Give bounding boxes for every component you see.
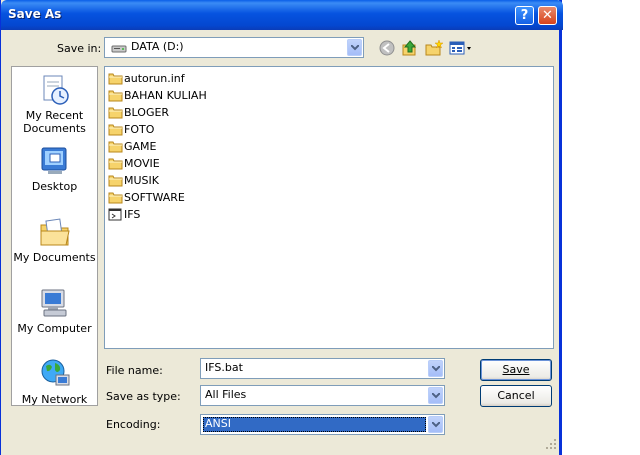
file-name-field[interactable]: IFS.bat	[200, 358, 445, 379]
file-name-label: File name:	[106, 364, 163, 377]
cancel-button-label: Cancel	[497, 389, 535, 402]
file-name-dropdown-arrow[interactable]	[428, 360, 443, 377]
place-label: My Network	[21, 393, 88, 406]
file-name: autorun.inf	[124, 72, 185, 85]
help-icon: ?	[520, 8, 529, 23]
up-folder-icon	[402, 40, 417, 56]
chevron-down-icon	[432, 366, 440, 372]
encoding-dropdown[interactable]: ANSI	[200, 414, 445, 435]
back-icon	[379, 40, 395, 56]
chevron-down-icon	[432, 393, 440, 399]
file-name: MOVIE	[124, 157, 160, 170]
save-in-value: DATA (D:)	[131, 40, 184, 53]
file-name: MUSIK	[124, 174, 159, 187]
file-name: BLOGER	[124, 106, 170, 119]
resize-grip-icon[interactable]	[544, 437, 558, 451]
save-button-label: Save	[502, 363, 530, 376]
save-in-dropdown[interactable]: DATA (D:)	[104, 37, 364, 58]
file-name: BAHAN KULIAH	[124, 89, 207, 102]
folder-icon	[108, 89, 123, 105]
desktop-icon	[41, 147, 66, 174]
folder-icon	[108, 123, 123, 139]
up-one-level-button[interactable]	[401, 39, 419, 57]
save-in-label: Save in:	[57, 42, 102, 55]
folder-icon	[108, 106, 123, 122]
back-button[interactable]	[378, 39, 396, 57]
file-name: IFS	[124, 208, 141, 221]
save-as-type-dropdown-arrow[interactable]	[428, 387, 443, 404]
save-button[interactable]: Save	[480, 359, 552, 381]
place-label: Desktop	[31, 180, 78, 193]
encoding-selection-highlight	[203, 417, 426, 432]
views-menu-button[interactable]	[449, 39, 473, 57]
chevron-down-icon	[351, 45, 359, 51]
views-menu-icon	[449, 41, 471, 55]
my-network-icon	[41, 359, 69, 386]
place-my-documents[interactable]: My Documents	[12, 215, 97, 264]
file-name: GAME	[124, 140, 157, 153]
close-icon: ✕	[542, 8, 553, 23]
chevron-down-icon	[432, 422, 440, 428]
place-desktop[interactable]: Desktop	[12, 144, 97, 193]
folder-icon	[108, 140, 123, 156]
encoding-label: Encoding:	[106, 418, 161, 431]
encoding-value: ANSI	[205, 417, 231, 430]
place-label: My Recent	[25, 109, 84, 122]
save-as-type-value: All Files	[205, 388, 247, 401]
place-my-network[interactable]: My Network	[12, 357, 97, 406]
save-as-type-dropdown[interactable]: All Files	[200, 385, 445, 406]
place-my-recent-documents[interactable]: My Recent Documents	[12, 73, 97, 135]
close-button[interactable]: ✕	[538, 6, 557, 25]
drive-icon	[111, 45, 127, 53]
place-my-computer[interactable]: My Computer	[12, 286, 97, 335]
encoding-dropdown-arrow[interactable]	[428, 416, 443, 433]
new-folder-button[interactable]	[425, 39, 444, 57]
save-as-type-label: Save as type:	[106, 390, 181, 403]
cancel-button[interactable]: Cancel	[480, 385, 552, 407]
folder-icon	[108, 174, 123, 190]
help-button[interactable]: ?	[515, 6, 534, 25]
new-folder-icon	[425, 39, 444, 56]
my-computer-icon	[41, 289, 66, 317]
my-documents-icon	[40, 218, 70, 246]
window-title: Save As	[8, 7, 62, 21]
places-bar: My Recent Documents Desktop My Documents	[11, 66, 98, 406]
place-label: Documents	[23, 122, 86, 135]
file-name: FOTO	[124, 123, 155, 136]
file-name-value: IFS.bat	[205, 361, 243, 374]
place-label: My Computer	[17, 322, 92, 335]
title-bar[interactable]: Save As ? ✕	[1, 0, 563, 30]
folder-icon	[108, 72, 123, 88]
batch-file-icon	[108, 208, 123, 224]
place-label: My Documents	[13, 251, 96, 264]
save-in-dropdown-arrow[interactable]	[347, 39, 362, 56]
folder-icon	[108, 157, 123, 173]
folder-icon	[108, 191, 123, 207]
file-name: SOFTWARE	[124, 191, 185, 204]
file-list[interactable]: autorun.inf BAHAN KULIAH BLOGER FOTO GAME MOV…	[104, 66, 554, 349]
save-as-dialog: Save As ? ✕ Save in: DATA (D:) My Recent…	[0, 0, 563, 455]
recent-documents-icon	[43, 75, 69, 105]
